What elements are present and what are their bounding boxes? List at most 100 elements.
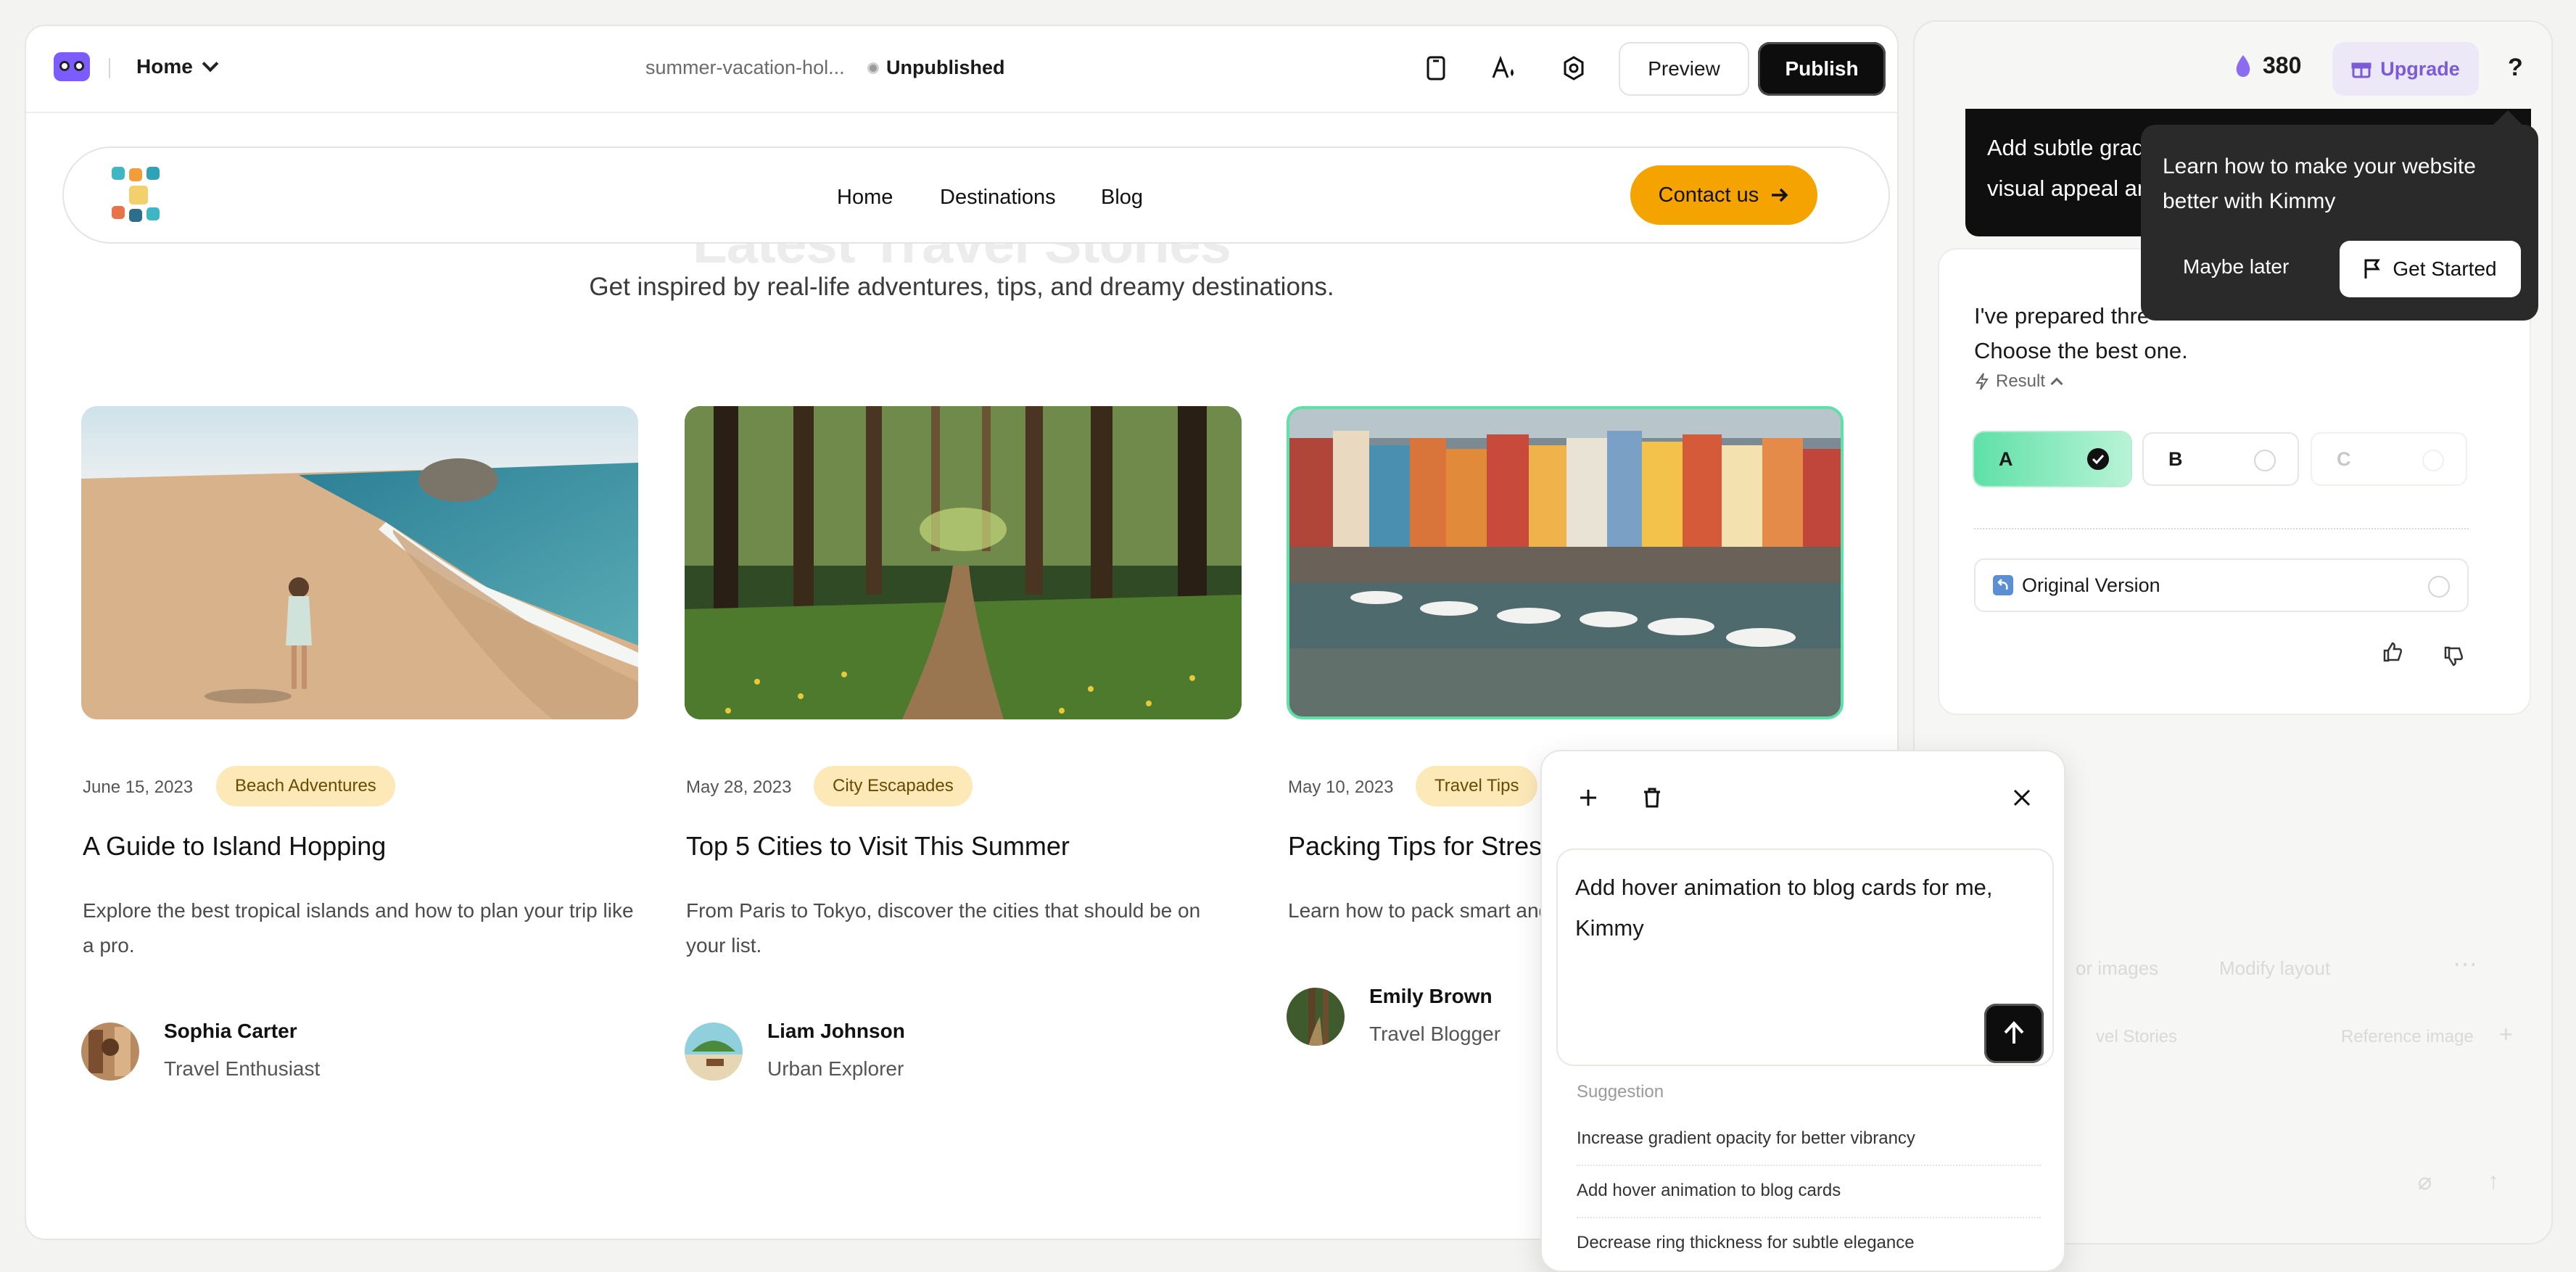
faded-chip-layout: Modify layout (2219, 957, 2331, 979)
gift-icon (2351, 62, 2371, 78)
more-icon: ⋯ (2453, 951, 2477, 978)
mobile-preview-icon[interactable] (1420, 52, 1452, 84)
card-tag[interactable]: City Escapades (814, 766, 973, 806)
page-select[interactable]: Home (136, 55, 219, 78)
site-nav-blog[interactable]: Blog (1101, 186, 1143, 210)
section-subtitle: Get inspired by real-life adventures, ti… (589, 273, 1334, 301)
card-image-harbor[interactable] (1287, 406, 1844, 719)
prompt-input[interactable]: Add hover animation to blog cards for me… (1556, 848, 2054, 1066)
original-version-option[interactable]: Original Version (1974, 558, 2469, 612)
arrow-right-icon (1772, 188, 1788, 202)
result-line-2: Choose the best one. (1974, 338, 2188, 363)
card-description: From Paris to Tokyo, discover the cities… (686, 899, 1201, 957)
author-name: Emily Brown (1369, 985, 1493, 1007)
option-a[interactable]: A (1974, 432, 2131, 486)
inline-chat-popup: Add hover animation to blog cards for me… (1540, 750, 2065, 1272)
trash-icon[interactable] (1636, 782, 1668, 814)
page-select-label: Home (136, 55, 193, 78)
option-a-label: A (1999, 447, 2013, 470)
card-tag[interactable]: Beach Adventures (216, 766, 395, 806)
credits-value: 380 (2263, 52, 2302, 78)
prompt-text[interactable]: Add hover animation to blog cards for me… (1575, 867, 2032, 949)
credits-counter[interactable]: 380 (2234, 52, 2301, 79)
author-name: Sophia Carter (164, 1020, 297, 1042)
attach-icon: ⌀ (2418, 1168, 2432, 1194)
faded-context-tag: vel Stories (2096, 1027, 2178, 1046)
suggestion-item[interactable]: Add hover animation to blog cards (1577, 1181, 2041, 1218)
option-b[interactable]: B (2142, 432, 2299, 486)
card-description: Learn how to pack smart and (1288, 899, 1551, 922)
lightning-icon (1976, 373, 1989, 390)
card-date: June 15, 2023 (83, 777, 194, 797)
card-title[interactable]: Top 5 Cities to Visit This Summer (686, 831, 1070, 862)
card-description: Explore the best tropical islands and ho… (83, 899, 634, 957)
help-icon[interactable]: ? (2508, 54, 2523, 82)
maybe-later-button[interactable]: Maybe later (2183, 255, 2289, 278)
card-title[interactable]: A Guide to Island Hopping (83, 831, 386, 862)
page-slug: summer-vacation-hol... (645, 57, 845, 78)
thumbs-up-icon[interactable] (2382, 641, 2403, 666)
site-nav-destinations[interactable]: Destinations (940, 186, 1056, 210)
upgrade-button[interactable]: Upgrade (2332, 42, 2479, 96)
theme-font-icon[interactable] (1488, 52, 1520, 84)
divider (1974, 528, 2469, 529)
tooltip-text: Learn how to make your website better wi… (2163, 154, 2476, 213)
card-tag[interactable]: Travel Tips (1416, 766, 1538, 806)
arrow-up-icon (2004, 1021, 2024, 1044)
author-avatar (685, 1023, 743, 1081)
result-toggle-label: Result (1996, 371, 2046, 391)
close-icon[interactable] (2006, 782, 2038, 814)
card-date: May 10, 2023 (1288, 777, 1394, 797)
radio-icon (2254, 450, 2276, 471)
site-nav-home[interactable]: Home (837, 186, 893, 210)
chevron-down-icon (202, 55, 219, 73)
option-c-label: C (2337, 447, 2351, 470)
card-image-forest[interactable] (685, 406, 1242, 719)
faded-send-icon: ↑ (2488, 1168, 2499, 1194)
original-version-label: Original Version (2022, 574, 2160, 596)
faded-chip-images: or images (2076, 957, 2159, 979)
publish-button[interactable]: Publish (1758, 42, 1886, 96)
contact-us-button[interactable]: Contact us (1630, 165, 1817, 225)
divider (109, 58, 110, 78)
result-toggle[interactable]: Result (1976, 371, 2063, 392)
author-avatar (81, 1023, 139, 1081)
card-title[interactable]: Packing Tips for Stres (1288, 831, 1542, 862)
add-icon[interactable] (1572, 782, 1604, 814)
radio-icon (2422, 450, 2444, 471)
preview-button[interactable]: Preview (1619, 42, 1749, 96)
chevron-up-icon (2050, 377, 2063, 390)
credit-drop-icon (2236, 54, 2250, 77)
settings-gear-icon[interactable] (1558, 52, 1590, 84)
author-role: Travel Enthusiast (164, 1057, 321, 1080)
card-date: May 28, 2023 (686, 777, 792, 797)
radio-icon (2428, 576, 2450, 598)
suggestion-item[interactable]: Increase gradient opacity for better vib… (1577, 1128, 2041, 1166)
author-avatar (1287, 988, 1345, 1046)
site-logo-icon[interactable] (107, 164, 170, 226)
status-dot-icon (867, 62, 879, 74)
get-started-label: Get Started (2393, 257, 2497, 280)
check-icon (2087, 448, 2109, 470)
suggestion-header: Suggestion (1577, 1082, 1664, 1102)
app-logo-icon[interactable] (54, 52, 90, 81)
upgrade-label: Upgrade (2380, 57, 2460, 80)
faded-reference-image: Reference image (2341, 1027, 2474, 1046)
option-b-label: B (2168, 447, 2183, 470)
card-image-beach[interactable] (81, 406, 638, 719)
flag-icon (2364, 259, 2381, 278)
status-label: Unpublished (886, 57, 1005, 78)
send-button[interactable] (1984, 1004, 2044, 1063)
add-icon: + (2499, 1021, 2513, 1047)
author-role: Travel Blogger (1369, 1023, 1501, 1045)
editor-topbar: Home summer-vacation-hol... Unpublished … (26, 26, 1897, 113)
onboarding-tooltip: Learn how to make your website better wi… (2141, 125, 2538, 321)
author-name: Liam Johnson (767, 1020, 905, 1042)
get-started-button[interactable]: Get Started (2340, 241, 2521, 297)
option-c[interactable]: C (2311, 432, 2467, 486)
undo-icon (1993, 575, 2013, 595)
site-navbar: Home Destinations Blog Contact us (62, 146, 1890, 244)
thumbs-down-icon[interactable] (2443, 645, 2464, 671)
suggestion-item[interactable]: Decrease ring thickness for subtle elega… (1577, 1233, 2041, 1269)
author-role: Urban Explorer (767, 1057, 904, 1080)
